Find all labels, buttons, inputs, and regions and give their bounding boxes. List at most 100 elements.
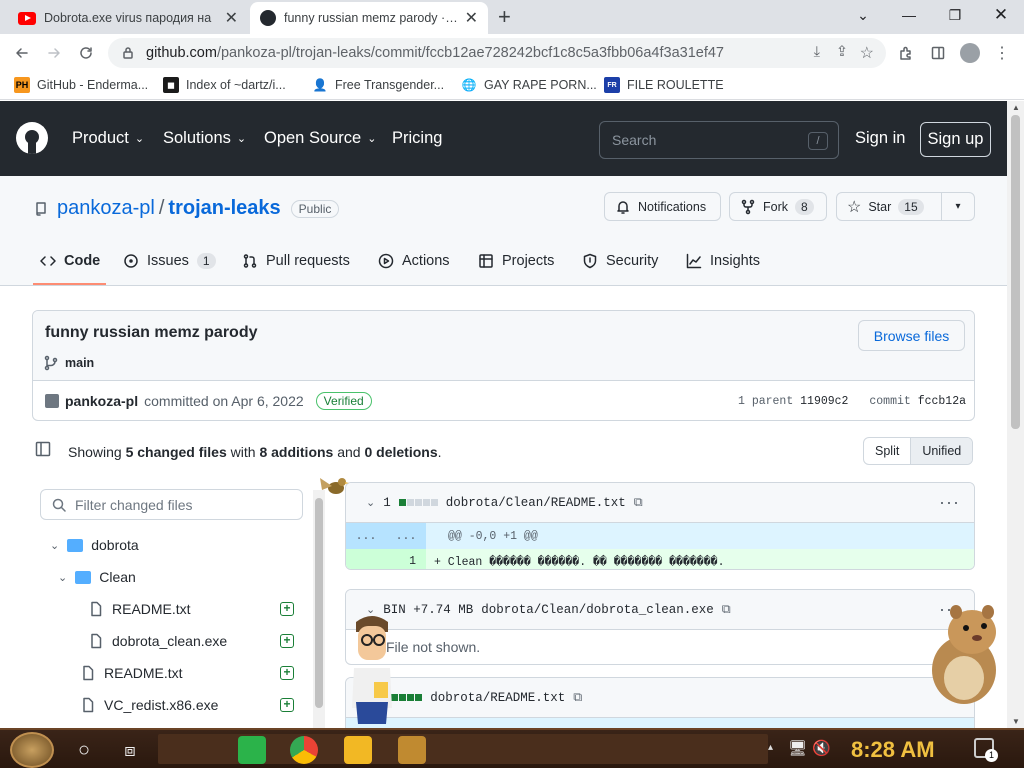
share-icon[interactable]: ⇪ [836,44,848,60]
changed-files-count[interactable]: 5 changed files [126,444,227,460]
minimize-button[interactable]: — [886,0,932,30]
browser-tab-github[interactable]: funny russian memz parody · pa ✕ [250,2,488,34]
bookmark-item[interactable]: PH GitHub - Enderma... [14,77,148,93]
copy-icon[interactable]: ⧉ [634,495,643,510]
restore-button[interactable]: ❐ [932,0,978,30]
back-button[interactable] [6,34,38,72]
browser-tab-youtube[interactable]: Dobrota.exe virus пародия на ✕ [8,2,248,34]
search-input[interactable]: Search / [599,121,839,159]
browse-files-button[interactable]: Browse files [858,320,965,351]
repo-header: pankoza-pl / trojan-leaks Public Notific… [0,176,1007,286]
search-circle-icon[interactable]: ○ [70,736,98,764]
repo-separator: / [158,197,165,219]
parent-sha-link[interactable]: 11909c2 [800,395,848,408]
browser-menu-icon[interactable]: ⋮ [986,34,1018,72]
folder-icon [75,570,92,584]
tab-issues[interactable]: Issues 1 [123,253,216,269]
scrollbar-thumb[interactable] [315,498,323,708]
file-explorer-icon[interactable] [344,736,372,764]
tab-projects[interactable]: Projects [478,253,554,269]
copy-icon[interactable]: ⧉ [722,602,731,617]
side-panel-icon[interactable] [922,34,954,72]
install-app-icon[interactable]: ⤓ [814,44,820,60]
chevron-up-icon[interactable]: ▴ [768,742,773,753]
tree-file[interactable]: VC_redist.x86.exe [80,691,218,719]
bookmark-star-icon[interactable]: ☆ [860,43,874,63]
verified-badge[interactable]: Verified [315,392,372,410]
app-icon[interactable] [398,736,426,764]
commit-date: committed on Apr 6, 2022 [144,393,304,409]
tab-code[interactable]: Code [40,253,100,269]
repo-title: pankoza-pl / trojan-leaks Public [33,197,340,220]
tree-file[interactable]: README.txt [80,659,183,687]
tree-folder-clean[interactable]: ⌄ Clean [58,563,136,591]
more-options-icon[interactable]: ··· [939,492,960,513]
close-window-button[interactable]: ✕ [978,0,1024,30]
scrollbar-thumb[interactable] [1011,115,1020,429]
tab-insights[interactable]: Insights [686,253,760,269]
new-tab-button[interactable]: + [498,4,511,30]
diff-file-path[interactable]: dobrota/Clean/dobrota_clean.exe [481,603,714,617]
split-view-button[interactable]: Split [864,438,910,464]
star-button[interactable]: ☆ Star 15 [836,192,942,221]
scroll-down-icon[interactable]: ▼ [1012,717,1020,726]
expand-hunk-icon[interactable]: ... [346,523,386,549]
close-tab-icon[interactable]: ✕ [465,8,478,28]
address-bar[interactable]: github.com/pankoza-pl/trojan-leaks/commi… [108,38,886,68]
nav-open-source[interactable]: Open Source ⌄ [264,129,376,148]
fork-button[interactable]: Fork 8 [729,192,827,221]
nav-solutions[interactable]: Solutions ⌄ [163,129,246,148]
repo-name-link[interactable]: trojan-leaks [168,197,280,220]
taskbar-clock[interactable]: 8:28 AM [851,737,935,763]
file-tree-scrollbar[interactable] [313,490,325,728]
copy-icon[interactable]: ⧉ [573,690,582,705]
filter-files-input[interactable]: Filter changed files [40,489,303,520]
branch-indicator[interactable]: main [43,355,94,371]
bookmark-item[interactable]: 👤 Free Transgender... [312,77,445,93]
expand-hunk-icon[interactable]: ... [386,523,426,549]
toggle-file-tree-icon[interactable] [35,441,51,457]
diff-file-path[interactable]: dobrota/README.txt [430,691,565,705]
chrome-icon[interactable] [290,736,318,764]
github-logo-icon[interactable] [16,122,48,154]
volume-muted-icon[interactable]: 🔇 [812,739,831,757]
tab-pull-requests[interactable]: Pull requests [242,253,350,269]
bookmark-item[interactable]: ◼ Index of ~dartz/i... [163,77,286,93]
author-avatar[interactable] [45,394,59,408]
tab-actions[interactable]: Actions [378,253,450,269]
tree-file[interactable]: dobrota_clean.exe [88,627,227,655]
tree-folder-dobrota[interactable]: ⌄ dobrota [50,531,139,559]
page-scrollbar[interactable]: ▲ ▼ [1007,101,1024,728]
bookmark-item[interactable]: 🌐 GAY RAPE PORN... [461,77,597,93]
reload-button[interactable] [70,34,102,72]
profile-avatar-icon[interactable] [954,34,986,72]
sign-in-link[interactable]: Sign in [855,129,905,148]
start-button-icon[interactable] [10,732,54,768]
bookmark-item[interactable]: FR FILE ROULETTE [604,77,724,93]
forward-button[interactable] [38,34,70,72]
diff-file-path[interactable]: dobrota/Clean/README.txt [446,496,626,510]
sign-up-button[interactable]: Sign up [920,122,991,157]
nav-product[interactable]: Product ⌄ [72,129,144,148]
unified-view-button[interactable]: Unified [910,438,973,464]
sticky-notes-icon[interactable] [238,736,266,764]
tree-file[interactable]: README.txt [88,595,191,623]
notifications-button[interactable]: Notifications [604,192,721,221]
network-icon[interactable]: 🖥 [788,739,807,757]
notification-center-icon[interactable]: 1 [974,738,998,762]
chevron-down-icon[interactable]: ⌄ [366,496,375,509]
file-added-icon: + [280,698,294,712]
author-link[interactable]: pankoza-pl [65,393,138,409]
task-view-icon[interactable]: ⧈ [116,736,144,764]
repo-owner-link[interactable]: pankoza-pl [57,197,155,220]
close-tab-icon[interactable]: ✕ [225,8,238,28]
tab-search-icon[interactable]: ⌄ [840,0,886,30]
tab-security[interactable]: Security [582,253,658,269]
scroll-up-icon[interactable]: ▲ [1012,103,1020,112]
line-number[interactable]: 1 [346,549,426,569]
star-count: 15 [898,198,924,215]
nav-pricing[interactable]: Pricing [392,129,442,148]
star-dropdown-button[interactable]: ▾ [941,192,975,221]
extensions-puzzle-icon[interactable] [890,34,922,72]
browser-tab-strip: Dobrota.exe virus пародия на ✕ funny rus… [0,0,1024,34]
